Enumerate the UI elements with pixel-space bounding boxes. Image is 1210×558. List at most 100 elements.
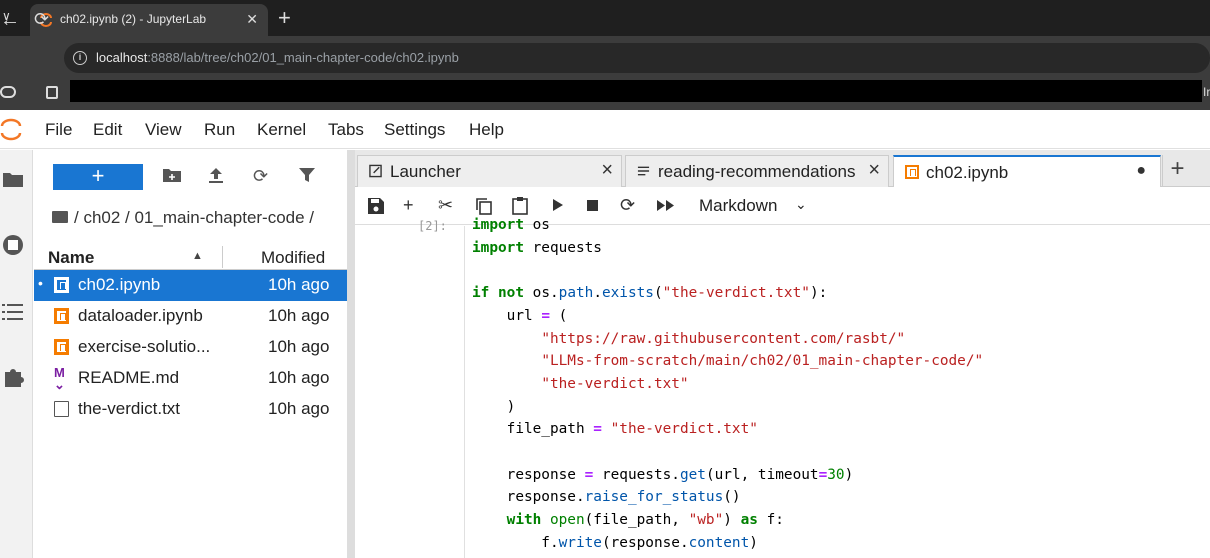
- notebook-file-icon: [54, 339, 69, 355]
- browser-tab-title: ch02.ipynb (2) - JupyterLab: [60, 12, 207, 26]
- save-icon[interactable]: [367, 197, 385, 215]
- text-file-icon: [54, 401, 69, 417]
- browser-tab[interactable]: ch02.ipynb (2) - JupyterLab ✕: [30, 4, 268, 36]
- close-tab-icon[interactable]: ×: [868, 159, 880, 182]
- file-row[interactable]: exercise-solutio... 10h ago: [34, 332, 347, 363]
- upload-icon[interactable]: [207, 166, 225, 184]
- tab-launcher[interactable]: Launcher ×: [357, 155, 622, 187]
- back-arrow-icon[interactable]: ←: [0, 9, 20, 32]
- menu-tabs[interactable]: Tabs: [328, 120, 364, 140]
- notebook-file-icon: [54, 308, 69, 324]
- running-indicator-icon: •: [38, 275, 43, 291]
- notebook-file-icon: [905, 165, 919, 179]
- file-row[interactable]: • ch02.ipynb 10h ago: [34, 270, 347, 301]
- code-line[interactable]: "LLMs-from-scratch/main/ch02/01_main-cha…: [472, 353, 983, 369]
- new-launcher-button[interactable]: +: [53, 164, 143, 190]
- tab-label: reading-recommendations: [658, 162, 856, 181]
- tab-reading-recommendations[interactable]: reading-recommendations ×: [625, 155, 889, 187]
- folder-icon[interactable]: [2, 170, 24, 188]
- tab-ch02-notebook[interactable]: ch02.ipynb ●: [893, 155, 1161, 187]
- notebook-file-icon: [54, 277, 69, 293]
- url-text: localhost:8888/lab/tree/ch02/01_main-cha…: [96, 50, 459, 65]
- menu-run[interactable]: Run: [204, 120, 235, 140]
- code-line[interactable]: import requests: [472, 240, 602, 256]
- cell-type-dropdown[interactable]: Markdown: [699, 196, 777, 216]
- interrupt-kernel-icon[interactable]: [586, 199, 599, 212]
- menu-file[interactable]: File: [45, 120, 72, 140]
- code-line[interactable]: with open(file_path, "wb") as f:: [472, 512, 784, 528]
- breadcrumb[interactable]: / ch02 / 01_main-chapter-code /: [52, 208, 314, 228]
- restart-run-all-icon[interactable]: [656, 199, 676, 212]
- file-modified: 10h ago: [268, 399, 330, 418]
- file-modified: 10h ago: [268, 306, 330, 325]
- text-document-icon: [637, 166, 650, 176]
- refresh-icon[interactable]: ⟳: [253, 166, 268, 187]
- code-line[interactable]: f.write(response.content): [472, 535, 758, 551]
- file-name: README.md: [78, 368, 180, 387]
- copy-icon[interactable]: [475, 197, 493, 215]
- code-line[interactable]: ): [472, 399, 516, 415]
- new-tab-icon[interactable]: +: [278, 5, 291, 31]
- file-name: exercise-solutio...: [78, 337, 211, 356]
- bookmark-page-icon[interactable]: [46, 86, 58, 99]
- sidebar-resize-handle[interactable]: [347, 150, 355, 558]
- filter-icon[interactable]: [298, 166, 316, 184]
- unsaved-indicator-icon[interactable]: ●: [1136, 162, 1146, 180]
- menu-settings[interactable]: Settings: [384, 120, 445, 140]
- code-line[interactable]: if not os.path.exists("the-verdict.txt")…: [472, 285, 827, 301]
- home-folder-icon[interactable]: [52, 211, 68, 223]
- file-modified: 10h ago: [268, 275, 330, 294]
- close-tab-icon[interactable]: ×: [601, 159, 613, 182]
- code-line[interactable]: "the-verdict.txt": [472, 376, 688, 392]
- redacted-bookmarks: [70, 80, 1202, 102]
- code-line[interactable]: response.raise_for_status(): [472, 489, 741, 505]
- menu-edit[interactable]: Edit: [93, 120, 122, 140]
- tab-label: Launcher: [390, 162, 461, 181]
- code-cell-editor[interactable]: import os import requests if not os.path…: [472, 214, 983, 555]
- chevron-down-icon[interactable]: ⌄: [795, 196, 807, 213]
- code-line[interactable]: response = requests.get(url, timeout=30): [472, 467, 854, 483]
- launcher-icon: [369, 164, 382, 178]
- menu-kernel[interactable]: Kernel: [257, 120, 306, 140]
- file-modified: 10h ago: [268, 368, 330, 387]
- paste-icon[interactable]: [511, 196, 529, 215]
- file-name: ch02.ipynb: [78, 275, 161, 294]
- bookmark-link-icon[interactable]: [0, 86, 16, 98]
- cell-prompt: [2]:: [418, 219, 447, 233]
- file-row[interactable]: M ⌄ README.md 10h ago: [34, 363, 347, 394]
- file-modified: 10h ago: [268, 337, 330, 356]
- column-name[interactable]: Name: [48, 248, 94, 268]
- menu-view[interactable]: View: [145, 120, 182, 140]
- code-line[interactable]: url = (: [472, 308, 568, 324]
- extensions-icon[interactable]: [2, 366, 24, 388]
- sort-ascending-icon[interactable]: ▲: [192, 250, 203, 262]
- code-line[interactable]: file_path = "the-verdict.txt": [472, 421, 758, 437]
- address-bar[interactable]: i localhost:8888/lab/tree/ch02/01_main-c…: [64, 43, 1210, 73]
- insert-cell-icon[interactable]: +: [403, 195, 414, 216]
- close-tab-icon[interactable]: ✕: [246, 11, 258, 28]
- code-line[interactable]: import os: [472, 217, 550, 233]
- column-divider[interactable]: [222, 246, 223, 268]
- tab-label: ch02.ipynb: [926, 163, 1009, 182]
- code-line[interactable]: "https://raw.githubusercontent.com/rasbt…: [472, 331, 905, 347]
- running-kernels-icon[interactable]: [2, 234, 24, 256]
- file-name: the-verdict.txt: [78, 399, 181, 418]
- reload-icon[interactable]: ⟳: [34, 9, 49, 30]
- cell-input-border: [464, 226, 465, 558]
- add-tab-icon[interactable]: +: [1162, 155, 1192, 187]
- column-modified[interactable]: Modified: [261, 248, 325, 268]
- run-cell-icon[interactable]: [551, 198, 565, 212]
- new-folder-icon[interactable]: [162, 166, 182, 184]
- markdown-file-icon: M ⌄: [54, 365, 65, 392]
- menu-help[interactable]: Help: [469, 120, 504, 140]
- jupyter-logo-icon: [0, 118, 22, 141]
- table-of-contents-icon[interactable]: [2, 303, 24, 321]
- site-info-icon[interactable]: i: [73, 51, 87, 65]
- cut-icon[interactable]: ✂: [438, 195, 453, 216]
- file-name: dataloader.ipynb: [78, 306, 203, 325]
- restart-kernel-icon[interactable]: ⟳: [620, 195, 635, 216]
- left-activity-bar: [0, 150, 33, 558]
- file-row[interactable]: the-verdict.txt 10h ago: [34, 394, 347, 425]
- bookmark-trailing-text: Ir: [1203, 85, 1210, 99]
- file-row[interactable]: dataloader.ipynb 10h ago: [34, 301, 347, 332]
